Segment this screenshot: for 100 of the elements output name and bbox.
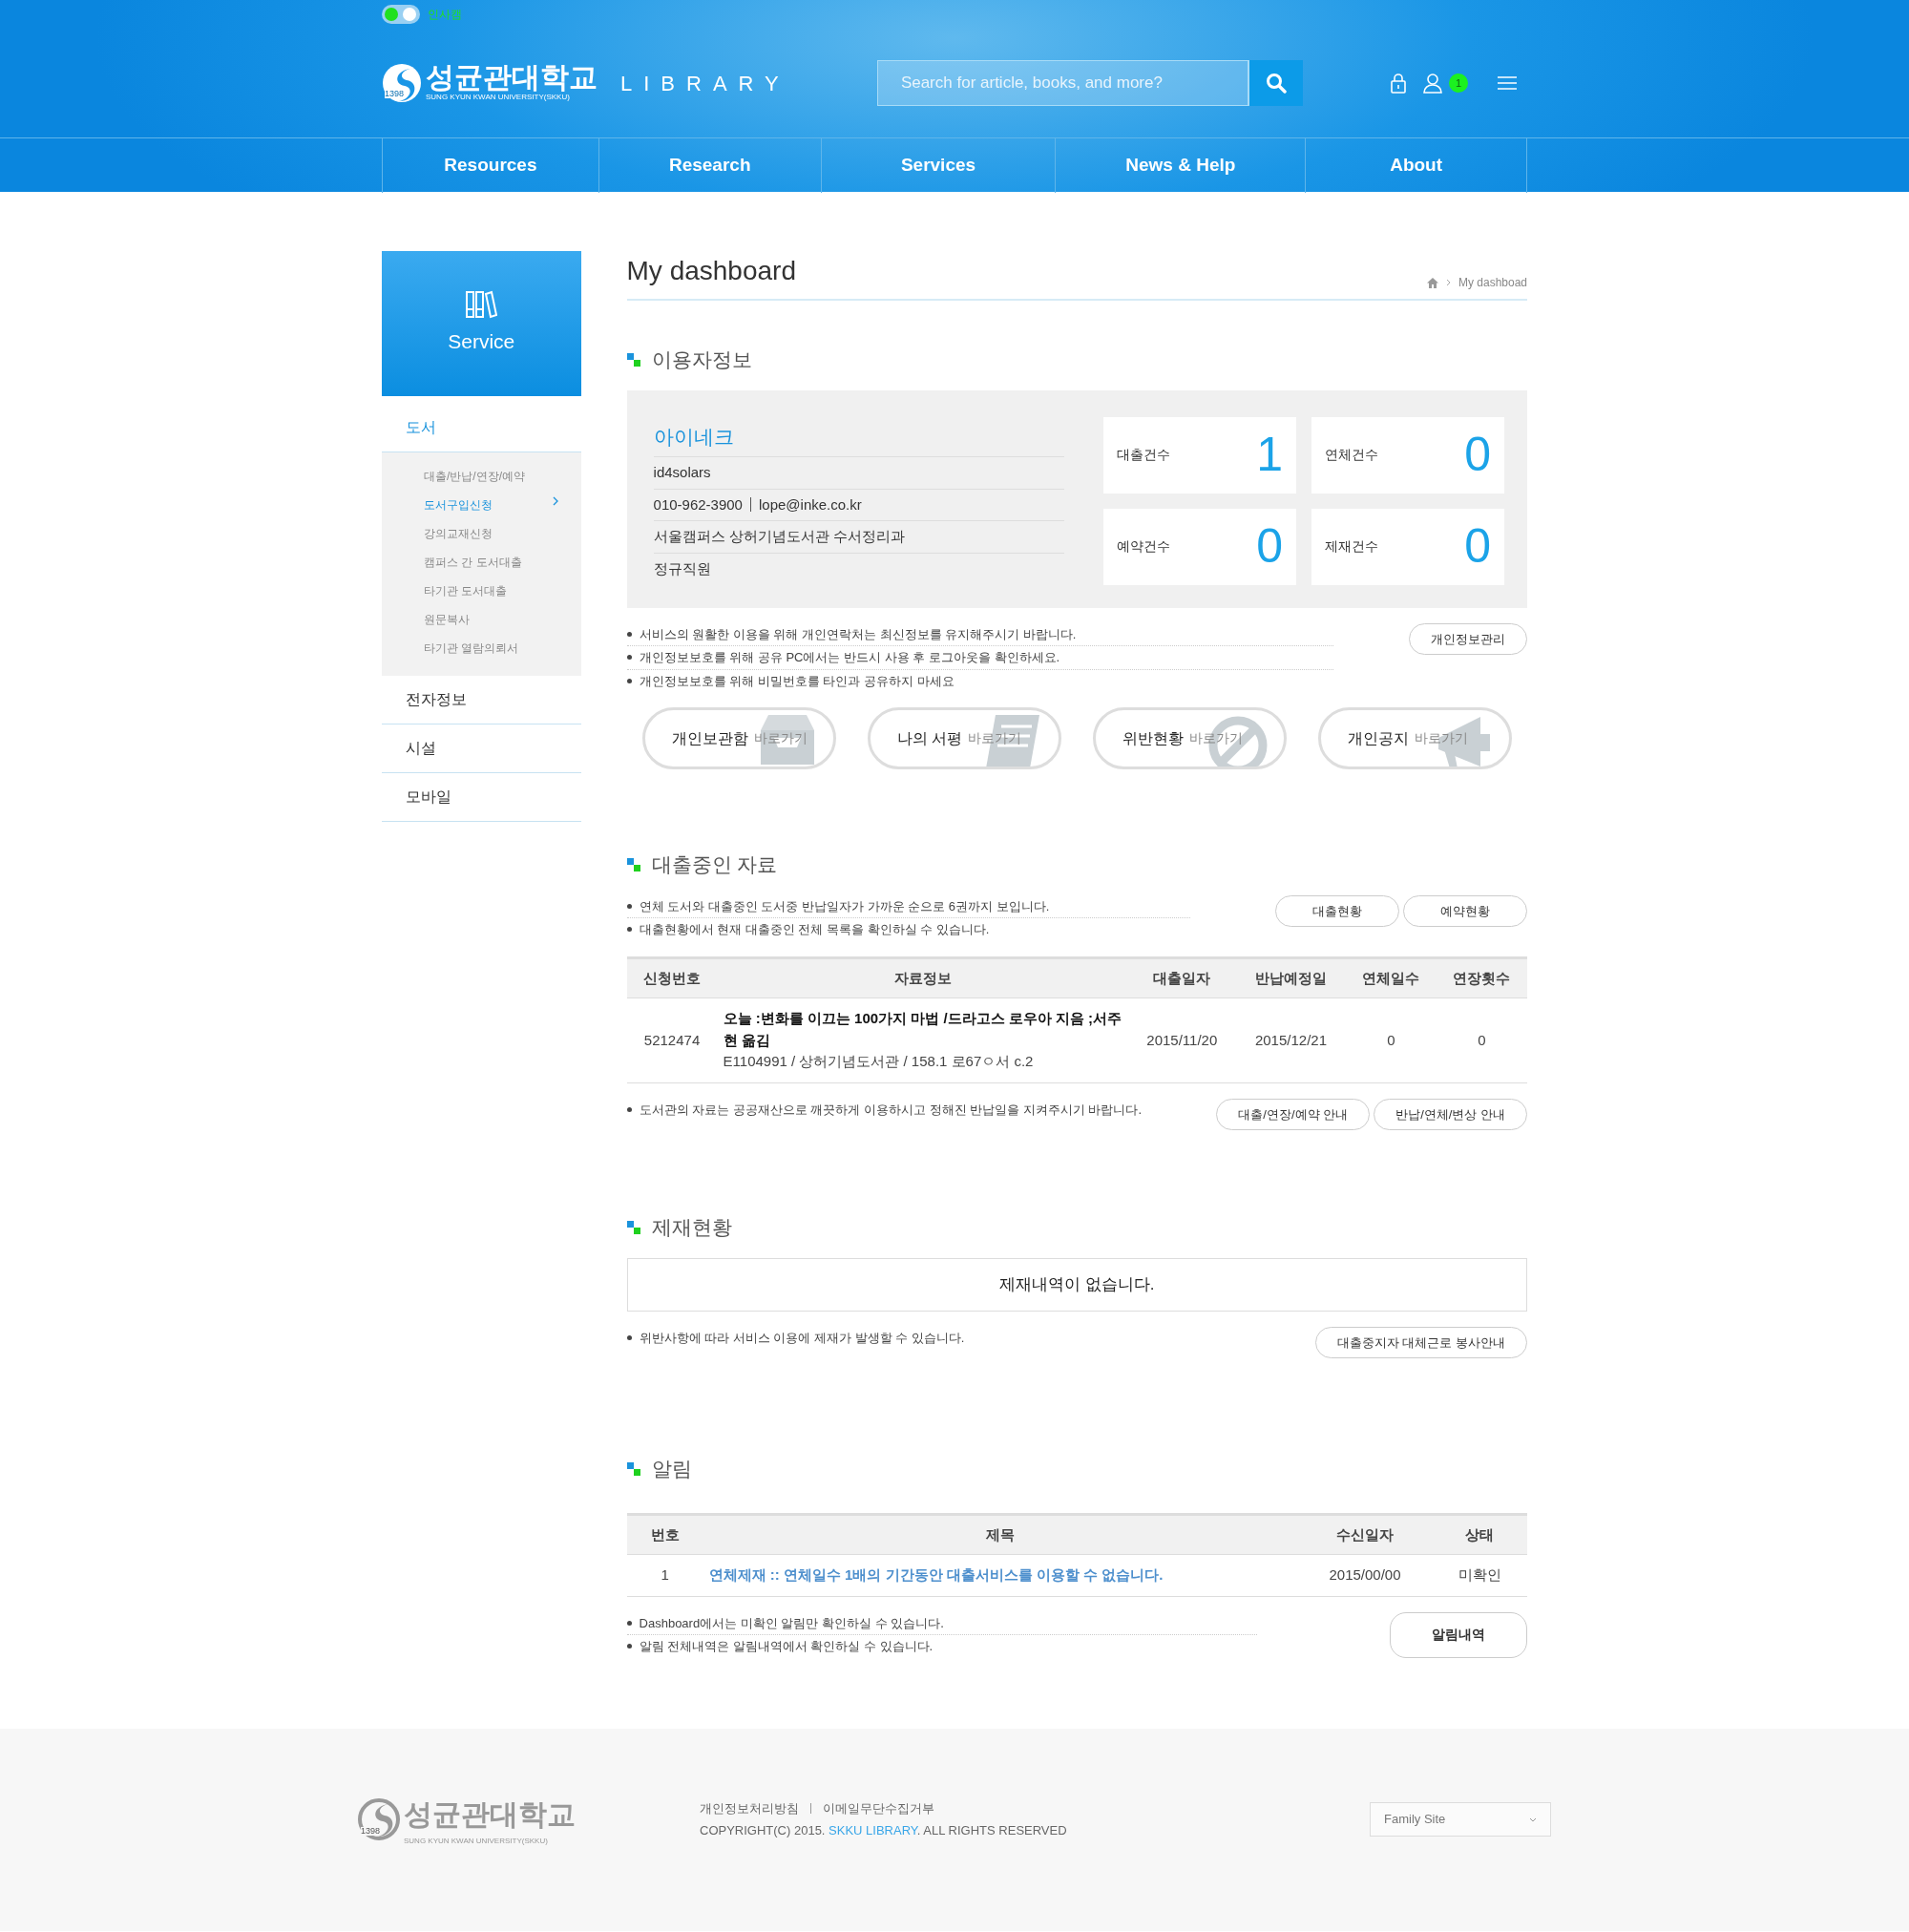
column-header: 연체일수 bbox=[1345, 957, 1437, 998]
stat-label: 연체건수 bbox=[1325, 446, 1378, 464]
sidebar-subitem[interactable]: 강의교재신청 bbox=[382, 519, 581, 548]
chevron-down-icon bbox=[1529, 1816, 1537, 1822]
sidebar-subitem[interactable]: 원문복사 bbox=[382, 605, 581, 634]
sidebar-item[interactable]: 시설 bbox=[382, 724, 581, 773]
tab-button[interactable]: 대출현황 bbox=[1275, 894, 1399, 927]
section-title: 제재현황 bbox=[651, 1215, 732, 1240]
chevron-icon bbox=[1445, 279, 1451, 286]
column-header: 대출일자 bbox=[1127, 957, 1236, 998]
column-header: 연장횟수 bbox=[1436, 957, 1527, 998]
bullet-icon bbox=[626, 857, 640, 872]
table-cell: 2015/11/20 bbox=[1127, 998, 1236, 1082]
stat-label: 예약건수 bbox=[1117, 537, 1170, 556]
section-title: 대출중인 자료 bbox=[651, 852, 778, 877]
sidebar-item[interactable]: 전자정보 bbox=[382, 676, 581, 724]
logo-emblem-icon bbox=[358, 1798, 400, 1840]
note-text: 연체 도서와 대출중인 도서중 반납일자가 가까운 순으로 6권까지 보입니다. bbox=[626, 894, 1190, 918]
user-icon[interactable] bbox=[1422, 73, 1443, 94]
guide-button[interactable]: 반납/연체/변상 안내 bbox=[1374, 1098, 1527, 1130]
email-address: lope@inke.co.kr bbox=[749, 497, 862, 513]
sidebar-subitem[interactable]: 캠퍼스 간 도서대출 bbox=[382, 548, 581, 577]
nav-link[interactable]: Research bbox=[598, 138, 821, 193]
stat-value: 0 bbox=[1256, 518, 1283, 575]
search-button[interactable] bbox=[1248, 60, 1303, 106]
stat-value: 0 bbox=[1464, 518, 1491, 575]
family-site-select[interactable]: Family Site bbox=[1370, 1802, 1551, 1837]
user-department: 서울캠퍼스 상허기념도서관 수서정리과 bbox=[653, 521, 1064, 554]
library-wordmark: LIBRARY bbox=[620, 70, 790, 97]
logo-emblem-icon bbox=[382, 63, 422, 103]
note-text: 위반사항에 따라 서비스 이용에 제재가 발생할 수 있습니다. bbox=[626, 1326, 965, 1349]
footer-link[interactable]: 이메일무단수집거부 bbox=[823, 1798, 934, 1817]
note-text: 서비스의 원활한 이용을 위해 개인연락처는 최신정보를 유지해주시기 바랍니다. bbox=[626, 622, 1333, 646]
nav-link[interactable]: News & Help bbox=[1055, 138, 1306, 193]
sidebar-subitem[interactable]: 도서구입신청 bbox=[382, 491, 581, 519]
guide-button[interactable]: 대출/연장/예약 안내 bbox=[1216, 1098, 1371, 1130]
note-text: 알림 전체내역은 알림내역에서 확인하실 수 있습니다. bbox=[626, 1635, 1257, 1658]
column-header: 자료정보 bbox=[717, 957, 1128, 998]
lock-icon[interactable] bbox=[1390, 73, 1407, 94]
search-field[interactable]: Search for article, books, and more? bbox=[876, 60, 1248, 106]
sidebar-subitem[interactable]: 타기관 도서대출 bbox=[382, 577, 581, 605]
campus-toggle[interactable] bbox=[382, 5, 420, 24]
bullet-icon bbox=[626, 1461, 640, 1476]
table-cell: 미확인 bbox=[1432, 1554, 1527, 1596]
nav-link[interactable]: About bbox=[1305, 138, 1526, 193]
column-header: 반납예정일 bbox=[1236, 957, 1346, 998]
home-icon bbox=[1426, 277, 1438, 288]
shortcut-button[interactable]: 위반현황 바로가기 bbox=[1092, 707, 1287, 769]
logo-year: 1398 bbox=[361, 1827, 381, 1836]
alerts-button[interactable]: 알림내역 bbox=[1390, 1611, 1527, 1658]
table-cell: 0 bbox=[1345, 998, 1437, 1082]
tab-button[interactable]: 예약현황 bbox=[1403, 894, 1527, 927]
table-cell: 0 bbox=[1436, 998, 1527, 1082]
column-header: 수신일자 bbox=[1298, 1514, 1432, 1555]
book-title[interactable]: 오늘 :변화를 이끄는 100가지 마법 /드라고스 로우아 지음 ;서주현 옮김 bbox=[723, 1008, 1122, 1051]
banner-title: Service bbox=[448, 329, 515, 355]
nav-link[interactable]: Services bbox=[820, 138, 1056, 193]
page-title: My dashboard bbox=[626, 255, 796, 287]
breadcrumb-item[interactable]: My dashboad bbox=[1458, 274, 1527, 291]
note-text: 도서관의 자료는 공공재산으로 깨끗하게 이용하시고 정해진 반납일을 지켜주시기 바랍니다. bbox=[626, 1098, 1143, 1121]
note-text: Dashboard에서는 미확인 알림만 확인하실 수 있습니다. bbox=[626, 1611, 1257, 1635]
stat-label: 대출건수 bbox=[1117, 446, 1170, 464]
user-id: id4solars bbox=[653, 457, 1064, 490]
sidebar-subitem[interactable]: 타기관 열람의뢰서 bbox=[382, 634, 581, 662]
bullet-icon bbox=[626, 352, 640, 367]
stat-value: 0 bbox=[1464, 427, 1491, 483]
binders-icon bbox=[465, 290, 498, 320]
footer-link[interactable]: 개인정보처리방침 bbox=[700, 1798, 799, 1817]
user-position: 정규직원 bbox=[653, 558, 712, 578]
column-header: 제목 bbox=[703, 1514, 1298, 1555]
column-header: 신청번호 bbox=[626, 957, 718, 998]
note-text: 개인정보보호를 위해 공유 PC에서는 반드시 사용 후 로그아웃을 확인하세요. bbox=[626, 646, 1333, 670]
campus-label: 인사캠 bbox=[428, 7, 462, 23]
profile-button[interactable]: 개인정보관리 bbox=[1409, 622, 1527, 655]
sidebar-subitem[interactable]: 대출/반납/연장/예약 bbox=[382, 462, 581, 491]
guide-button[interactable]: 대출중지자 대체근로 봉사안내 bbox=[1314, 1326, 1527, 1358]
column-header: 상태 bbox=[1432, 1514, 1527, 1555]
stat-value: 1 bbox=[1256, 427, 1283, 483]
shortcut-button[interactable]: 개인공지 바로가기 bbox=[1317, 707, 1512, 769]
alert-link[interactable]: 연체제재 :: 연체일수 1배의 기간동안 대출서비스를 이용할 수 없습니다. bbox=[708, 1566, 1164, 1583]
book-detail: E1104991 / 상허기념도서관 / 158.1 로67ㅇ서 c.2 bbox=[723, 1052, 1035, 1071]
shortcut-button[interactable]: 개인보관함 바로가기 bbox=[641, 707, 836, 769]
bullet-icon bbox=[626, 1220, 640, 1234]
note-text: 개인정보보호를 위해 비밀번호를 타인과 공유하지 마세요 bbox=[626, 669, 1333, 692]
section-title: 이용자정보 bbox=[651, 347, 752, 372]
footer-logo-subtitle: SUNG KYUN KWAN UNIVERSITY(SKKU) bbox=[404, 1835, 549, 1847]
table-cell: 2015/12/21 bbox=[1236, 998, 1346, 1082]
logo-year: 1398 bbox=[385, 90, 405, 98]
table-cell: 1 bbox=[626, 1554, 703, 1596]
user-name: 아이네크 bbox=[653, 416, 1064, 457]
table-cell: 5212474 bbox=[626, 998, 718, 1082]
menu-icon[interactable] bbox=[1497, 75, 1518, 91]
sidebar-item[interactable]: 모바일 bbox=[382, 773, 581, 822]
shortcut-button[interactable]: 나의 서평 바로가기 bbox=[867, 707, 1061, 769]
logo-subtitle: SUNG KYUN KWAN UNIVERSITY(SKKU) bbox=[426, 92, 571, 103]
table-cell: 2015/00/00 bbox=[1298, 1554, 1432, 1596]
note-text: 대출현황에서 현재 대출중인 전체 목록을 확인하실 수 있습니다. bbox=[626, 918, 1190, 941]
section-title: 알림 bbox=[651, 1457, 692, 1481]
nav-link[interactable]: Resources bbox=[382, 138, 598, 193]
copyright-text: COPYRIGHT(C) 2015. SKKU LIBRARY. ALL RIGHTS RESERVED bbox=[700, 1822, 1067, 1839]
